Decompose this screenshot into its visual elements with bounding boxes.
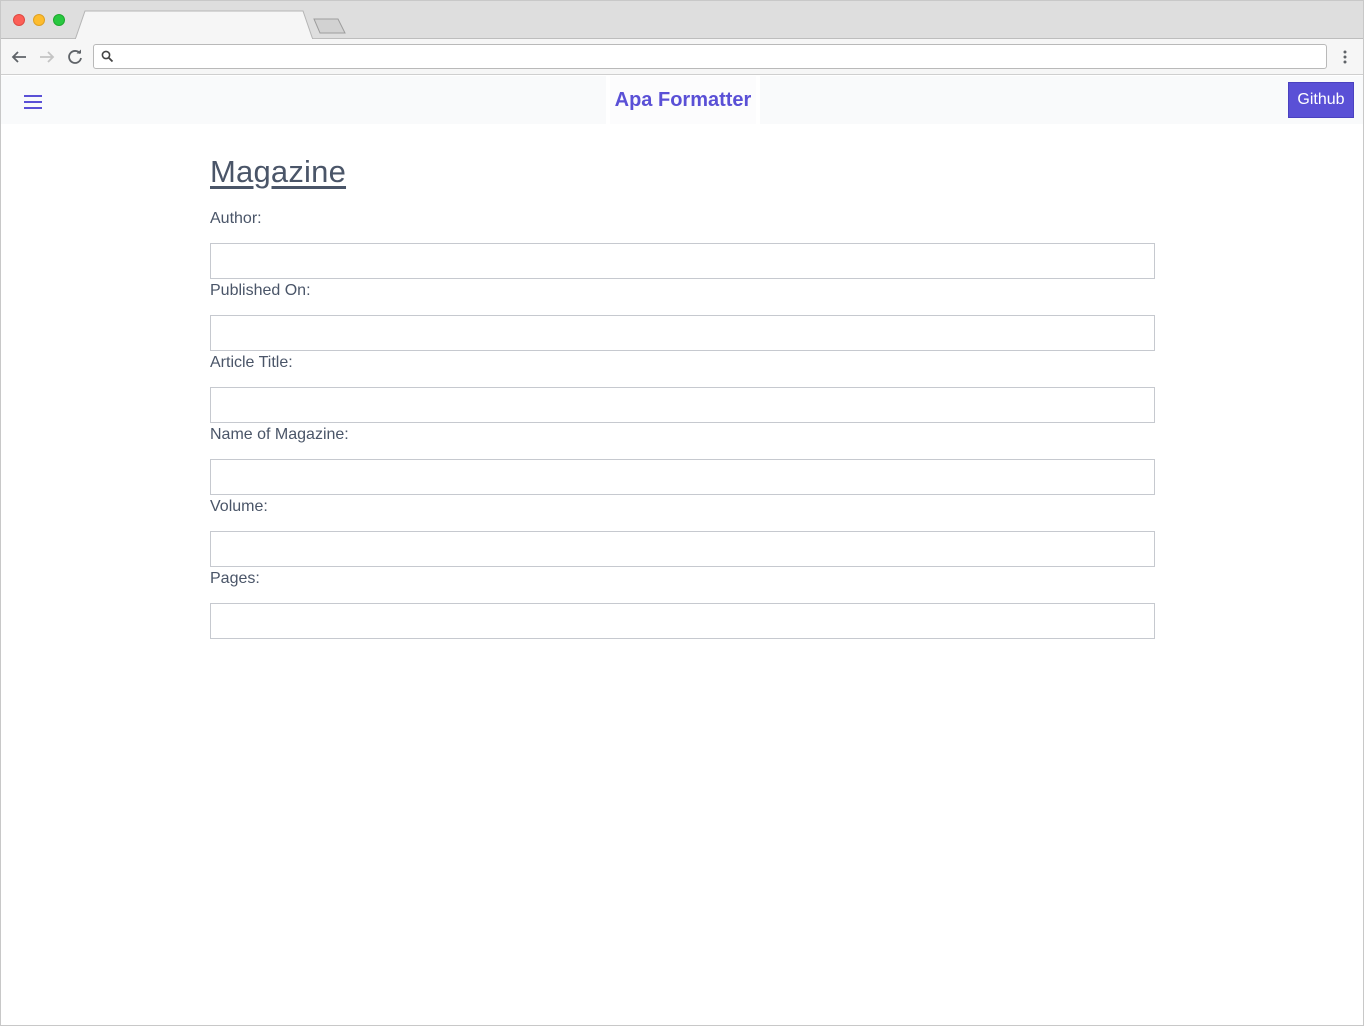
github-button[interactable]: Github: [1288, 82, 1354, 118]
brand-container: Apa Formatter: [606, 76, 760, 124]
field-author: Author:: [210, 209, 1155, 281]
page-title: Magazine: [210, 154, 347, 189]
hamburger-icon: [24, 95, 42, 109]
back-button[interactable]: [9, 47, 29, 67]
new-tab-button[interactable]: [312, 17, 348, 35]
author-label: Author:: [210, 210, 262, 227]
reload-icon: [68, 49, 82, 64]
browser-toolbar: [1, 39, 1363, 75]
magazine-name-input[interactable]: [210, 459, 1155, 495]
tab-strip: [1, 1, 1363, 40]
published-on-label: Published On:: [210, 282, 311, 299]
browser-menu-button[interactable]: [1337, 48, 1353, 66]
field-article-title: Article Title:: [210, 353, 1155, 425]
field-volume: Volume:: [210, 497, 1155, 569]
address-bar[interactable]: [93, 44, 1327, 69]
pages-label: Pages:: [210, 570, 260, 587]
kebab-menu-icon: [1343, 50, 1347, 64]
arrow-left-icon: [11, 51, 26, 63]
browser-tab-active[interactable]: [75, 10, 317, 40]
citation-form: Author: Published On: Article Title: Nam…: [210, 209, 1155, 641]
author-input[interactable]: [210, 243, 1155, 279]
close-window-button[interactable]: [13, 14, 25, 26]
pages-input[interactable]: [210, 603, 1155, 639]
magazine-name-label: Name of Magazine:: [210, 426, 349, 443]
browser-window: Apa Formatter Github Magazine Author: Pu…: [0, 0, 1364, 1026]
field-magazine-name: Name of Magazine:: [210, 425, 1155, 497]
volume-input[interactable]: [210, 531, 1155, 567]
article-title-label: Article Title:: [210, 354, 293, 371]
reload-button[interactable]: [65, 47, 85, 67]
minimize-window-button[interactable]: [33, 14, 45, 26]
maximize-window-button[interactable]: [53, 14, 65, 26]
address-input[interactable]: [122, 47, 1312, 66]
article-title-input[interactable]: [210, 387, 1155, 423]
app-header: Apa Formatter Github: [1, 76, 1363, 124]
published-on-input[interactable]: [210, 315, 1155, 351]
menu-toggle-button[interactable]: [21, 90, 45, 114]
arrow-right-icon: [40, 51, 55, 63]
field-published-on: Published On:: [210, 281, 1155, 353]
main-content: Magazine Author: Published On: Article T…: [210, 124, 1155, 641]
volume-label: Volume:: [210, 498, 268, 515]
brand-link[interactable]: Apa Formatter: [615, 89, 752, 112]
search-icon: [101, 50, 114, 63]
field-pages: Pages:: [210, 569, 1155, 641]
forward-button[interactable]: [37, 47, 57, 67]
